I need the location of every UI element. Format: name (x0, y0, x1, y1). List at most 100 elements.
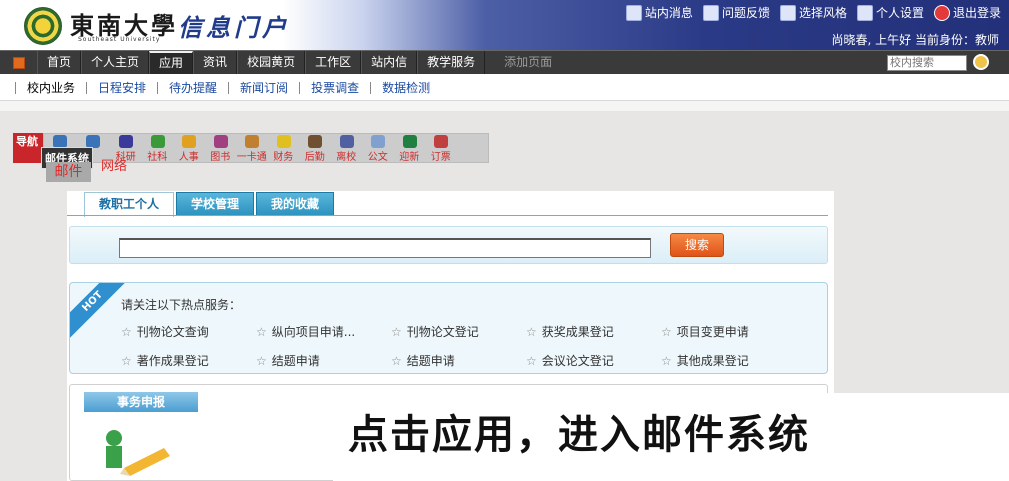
app-label: 迎新 (399, 152, 420, 163)
instruction-caption: 点击应用，进入邮件系统 (348, 412, 810, 458)
subnav-item-voting[interactable]: 投票调查 (299, 81, 370, 94)
tab-my-favorites[interactable]: 我的收藏 (256, 192, 335, 215)
hot-item-label: 项目变更申请 (676, 325, 749, 339)
star-icon: ☆ (661, 325, 672, 339)
nav-tab-inbox[interactable]: 站内信 (361, 51, 418, 75)
nav-badge[interactable]: 导航 (13, 133, 43, 163)
logout-icon (933, 4, 950, 21)
main-nav: 首页 个人主页 应用 资讯 校园黄页 工作区 站内信 教学服务 添加页面 (0, 50, 1009, 75)
nav-tab-apps[interactable]: 应用 (149, 51, 194, 75)
app-label: 一卡通 (236, 152, 267, 163)
top-link-logout[interactable]: 退出登录 (933, 4, 1001, 21)
top-links: 站内消息 问题反馈 选择风格 个人设置 退出登录 (625, 4, 1001, 21)
subnav-item-campus-business[interactable]: 校内业务 (15, 81, 86, 94)
app-label: 人事 (178, 152, 199, 163)
star-icon: ☆ (256, 354, 267, 368)
top-link-label: 个人设置 (875, 6, 924, 20)
app-label: 邮件 (54, 164, 83, 180)
hot-item[interactable]: ☆ 著作成果登记 (121, 352, 256, 369)
hot-item-label: 会议论文登记 (541, 354, 614, 368)
nav-tab-home[interactable]: 首页 (37, 51, 82, 75)
plane-icon (434, 135, 448, 148)
affairs-title: 事务申报 (84, 392, 198, 412)
hot-item-label: 结题申请 (271, 354, 320, 368)
feedback-icon (702, 4, 719, 21)
app-hr[interactable]: 人事 (173, 134, 205, 163)
research-icon (119, 135, 133, 148)
top-link-messages[interactable]: 站内消息 (625, 4, 693, 21)
hot-item[interactable]: ☆ 刊物论文查询 (121, 323, 256, 340)
hot-item[interactable]: ☆ 纵向项目申请... (256, 323, 391, 340)
sub-nav: 校内业务 日程安排 待办提醒 新闻订阅 投票调查 数据检测 (0, 74, 1009, 101)
subnav-item-data-check[interactable]: 数据检测 (370, 81, 441, 94)
search-row: 搜索 (69, 226, 828, 264)
document-icon (371, 135, 385, 148)
welcome-icon (402, 135, 417, 148)
hot-item[interactable]: ☆ 结题申请 (391, 352, 526, 369)
star-icon: ☆ (256, 325, 267, 339)
subnav-item-news-subscription[interactable]: 新闻订阅 (228, 81, 299, 94)
nav-tab-workspace[interactable]: 工作区 (305, 51, 362, 75)
star-icon: ☆ (391, 325, 402, 339)
top-link-label: 站内消息 (644, 6, 693, 20)
search-icon[interactable] (973, 54, 989, 70)
user-greeting: 尚晓春, 上午好 当前身份：教师 (831, 33, 999, 47)
hot-item[interactable]: ☆ 其他成果登记 (661, 352, 796, 369)
nav-tab-personal-home[interactable]: 个人主页 (81, 51, 150, 75)
hot-item[interactable]: ☆ 获奖成果登记 (526, 323, 661, 340)
university-english-name: Southeast University (78, 36, 161, 43)
app-library[interactable]: 图书 (205, 134, 237, 163)
user-settings-icon (856, 4, 873, 21)
nav-tab-yellow-pages[interactable]: 校园黄页 (237, 51, 306, 75)
subnav-item-reminders[interactable]: 待办提醒 (157, 81, 228, 94)
app-network-label[interactable]: 网络 (101, 155, 127, 174)
hot-services-box: HOT 请关注以下热点服务： ☆ 刊物论文查询 ☆ 纵向项目申请... ☆ 刊物论文登… (69, 282, 828, 374)
star-icon: ☆ (121, 325, 132, 339)
star-icon: ☆ (661, 354, 672, 368)
hot-item[interactable]: ☆ 刊物论文登记 (391, 323, 526, 340)
graduation-cap-icon (339, 135, 354, 148)
hot-item-label: 著作成果登记 (136, 354, 209, 368)
app-finance[interactable]: 财务 (268, 134, 300, 163)
hot-item-label: 其他成果登记 (676, 354, 749, 368)
globe-icon (150, 135, 165, 148)
star-icon: ☆ (391, 354, 402, 368)
hot-item[interactable]: ☆ 结题申请 (256, 352, 391, 369)
subnav-item-schedule[interactable]: 日程安排 (86, 81, 157, 94)
nav-tab-news[interactable]: 资讯 (193, 51, 238, 75)
app-label: 后勤 (304, 152, 325, 163)
portal-title: 信息门户 (178, 14, 290, 42)
app-welcome[interactable]: 迎新 (394, 134, 426, 163)
app-tickets[interactable]: 订票 (425, 134, 457, 163)
people-icon (182, 135, 196, 148)
tools-icon (308, 135, 322, 148)
money-bag-icon (276, 135, 291, 148)
app-documents[interactable]: 公文 (362, 134, 394, 163)
app-logistics[interactable]: 后勤 (299, 134, 331, 163)
hot-item[interactable]: ☆ 项目变更申请 (661, 323, 796, 340)
tab-staff-personal[interactable]: 教职工个人 (84, 192, 175, 217)
nav-toggle-icon[interactable] (13, 57, 25, 69)
star-icon: ☆ (526, 325, 537, 339)
top-link-settings[interactable]: 个人设置 (856, 4, 924, 21)
nav-tab-teaching[interactable]: 教学服务 (417, 51, 486, 75)
app-mail-label[interactable]: 邮件 (46, 162, 91, 182)
app-campus-card[interactable]: 一卡通 (236, 134, 268, 163)
affairs-pencil-icon (106, 430, 170, 476)
search-button[interactable]: 搜索 (670, 233, 724, 257)
app-leave-school[interactable]: 离校 (331, 134, 363, 163)
app-label: 订票 (430, 152, 451, 163)
top-link-style[interactable]: 选择风格 (779, 4, 847, 21)
app-social-science[interactable]: 社科 (142, 134, 174, 163)
app-label: 社科 (147, 152, 168, 163)
hot-item-label: 刊物论文查询 (136, 325, 209, 339)
top-link-feedback[interactable]: 问题反馈 (702, 4, 770, 21)
add-page-link[interactable]: 添加页面 (495, 51, 561, 75)
site-search-input[interactable] (887, 55, 967, 71)
tab-school-management[interactable]: 学校管理 (176, 192, 255, 215)
service-search-input[interactable] (119, 238, 651, 258)
message-icon (625, 4, 642, 21)
hot-item[interactable]: ☆ 会议论文登记 (526, 352, 661, 369)
card-icon (245, 135, 259, 148)
star-icon: ☆ (121, 354, 132, 368)
